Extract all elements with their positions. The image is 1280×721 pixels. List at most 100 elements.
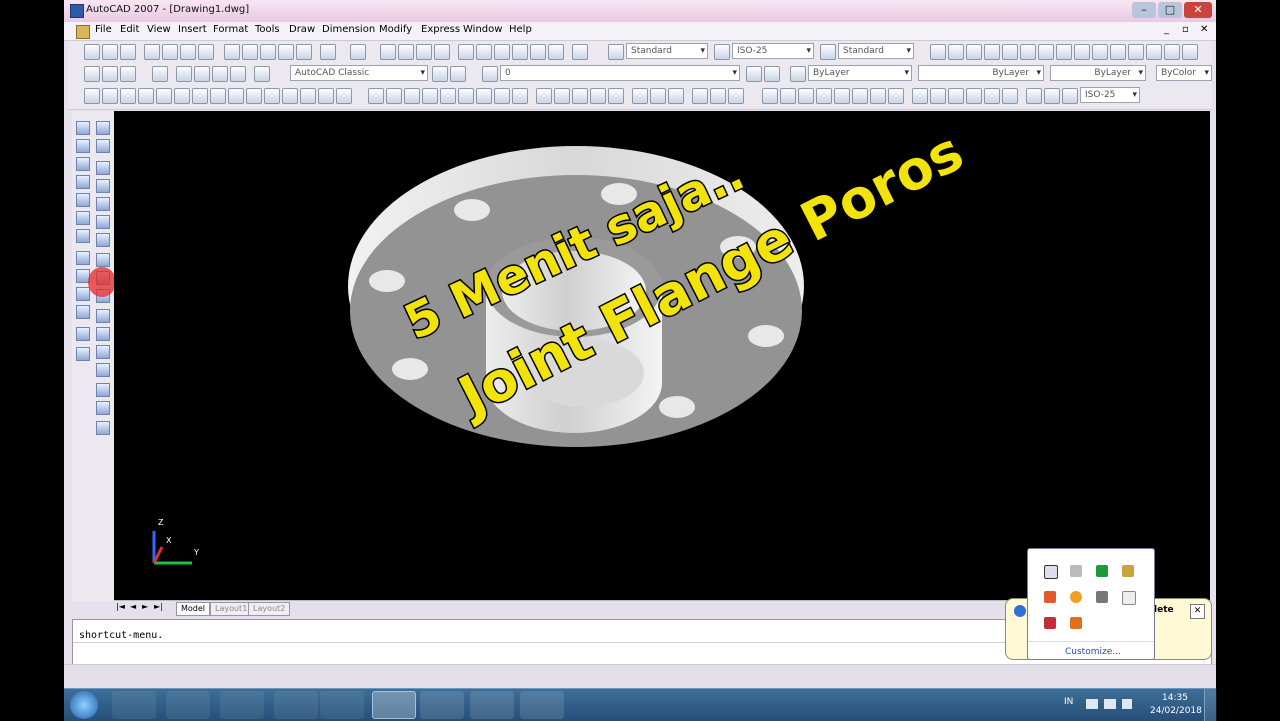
cone-icon[interactable] (404, 88, 420, 104)
move-icon[interactable] (156, 88, 172, 104)
chamfer-icon[interactable] (300, 88, 316, 104)
osnap-settings-icon[interactable] (96, 421, 110, 435)
sphere-icon[interactable] (422, 88, 438, 104)
text-style-select[interactable]: Standard (626, 43, 708, 59)
line-icon[interactable] (930, 44, 946, 60)
polyline-icon[interactable] (966, 44, 982, 60)
linetype-select[interactable]: ByLayer (918, 65, 1044, 81)
free-orbit-icon[interactable] (102, 66, 118, 82)
tab-layout2[interactable]: Layout2 (248, 602, 291, 616)
internet-explorer-icon[interactable] (112, 691, 156, 719)
2d-wireframe-icon[interactable] (176, 66, 192, 82)
view-right-icon[interactable] (76, 175, 90, 189)
green-triangle-icon[interactable] (1096, 565, 1108, 577)
match-prop-icon[interactable] (84, 88, 100, 104)
array-icon[interactable] (138, 88, 154, 104)
copy-icon[interactable] (242, 44, 258, 60)
window-icon[interactable] (1044, 565, 1058, 579)
3d-wireframe-icon[interactable] (194, 66, 210, 82)
menu-dimension[interactable]: Dimension (322, 24, 375, 35)
zoom-realtime-icon[interactable] (398, 44, 414, 60)
lineweight-select[interactable]: ByLayer (1050, 65, 1146, 81)
arc-icon[interactable] (1020, 44, 1036, 60)
snap-extension-icon[interactable] (96, 197, 110, 211)
text-icon[interactable] (152, 66, 168, 82)
plotstyle-select[interactable]: ByColor (1156, 65, 1212, 81)
menu-window[interactable]: Window (463, 24, 502, 35)
help-icon[interactable] (572, 44, 588, 60)
fillet-icon[interactable] (318, 88, 334, 104)
tool-palettes-icon[interactable] (494, 44, 510, 60)
insert-block-icon[interactable] (1128, 44, 1144, 60)
wedge-icon[interactable] (386, 88, 402, 104)
snap-cross-icon[interactable] (96, 215, 110, 229)
union-icon[interactable] (632, 88, 648, 104)
explode-icon[interactable] (336, 88, 352, 104)
camera-icon[interactable] (76, 305, 90, 319)
cylinder-icon[interactable] (440, 88, 456, 104)
doc-minimize-button[interactable]: _ (1164, 24, 1169, 35)
autocad-taskbar-icon[interactable] (372, 691, 416, 719)
menu-help[interactable]: Help (509, 24, 532, 35)
menu-format[interactable]: Format (213, 24, 248, 35)
snap-apparent-icon[interactable] (96, 179, 110, 193)
make-object-layer-current-icon[interactable] (746, 66, 762, 82)
box-icon[interactable] (368, 88, 384, 104)
mirror-icon[interactable] (102, 88, 118, 104)
center-mark-icon[interactable] (1002, 88, 1018, 104)
view-top-icon[interactable] (76, 121, 90, 135)
firefox-icon[interactable] (320, 691, 364, 719)
point-icon[interactable] (1164, 44, 1180, 60)
email-taskbar-icon[interactable] (470, 691, 514, 719)
snap-midpoint-icon[interactable] (96, 139, 110, 153)
clock-date[interactable]: 24/02/2018 (1150, 706, 1202, 716)
workspace-select[interactable]: AutoCAD Classic (290, 65, 428, 81)
dimension-update-icon[interactable] (1062, 88, 1078, 104)
ellipse-arc-icon[interactable] (1110, 44, 1126, 60)
make-block-icon[interactable] (1146, 44, 1162, 60)
close-button[interactable]: ✕ (1184, 2, 1212, 18)
helix-icon[interactable] (494, 88, 510, 104)
recorder-taskbar-icon[interactable] (520, 691, 564, 719)
show-hidden-icons-button[interactable] (1086, 699, 1098, 709)
color-select[interactable]: ByLayer (808, 65, 912, 81)
document-icon[interactable] (76, 25, 90, 39)
snap-node-icon[interactable] (96, 363, 110, 377)
minimize-button[interactable]: – (1132, 2, 1156, 18)
paste-icon[interactable] (260, 44, 276, 60)
pyramid-icon[interactable] (476, 88, 492, 104)
3d-align-icon[interactable] (728, 88, 744, 104)
revolve-icon[interactable] (590, 88, 606, 104)
snap-center-icon[interactable] (96, 253, 110, 267)
rectangle-icon[interactable] (1002, 44, 1018, 60)
ellipse-icon[interactable] (1092, 44, 1108, 60)
view-left-icon[interactable] (76, 157, 90, 171)
sweep-icon[interactable] (572, 88, 588, 104)
layer-previous-icon[interactable] (764, 66, 780, 82)
intersect-icon[interactable] (668, 88, 684, 104)
tab-model[interactable]: Model (176, 602, 211, 616)
menu-tools[interactable]: Tools (255, 24, 280, 35)
realistic-icon[interactable] (230, 66, 246, 82)
quick-dimension-icon[interactable] (912, 88, 928, 104)
dimension-style-select[interactable]: ISO-25 (1080, 87, 1140, 103)
sheet-set-icon[interactable] (512, 44, 528, 60)
maximize-button[interactable]: □ (1158, 2, 1182, 18)
planar-surface-icon[interactable] (512, 88, 528, 104)
scale-icon[interactable] (192, 88, 208, 104)
named-views-icon[interactable] (76, 347, 90, 361)
file-explorer-icon[interactable] (166, 691, 210, 719)
cut-icon[interactable] (224, 44, 240, 60)
tolerance-icon[interactable] (984, 88, 1000, 104)
diameter-dimension-icon[interactable] (870, 88, 886, 104)
autocad-app-icon[interactable] (70, 4, 84, 18)
new-file-icon[interactable] (84, 44, 100, 60)
view-bottom-icon[interactable] (76, 139, 90, 153)
snap-intersection-icon[interactable] (96, 161, 110, 175)
subtract-icon[interactable] (650, 88, 666, 104)
fire-icon[interactable] (1044, 591, 1056, 603)
ordinate-icon[interactable] (816, 88, 832, 104)
block-editor-icon[interactable] (296, 44, 312, 60)
orbit-icon[interactable] (84, 66, 100, 82)
spline-icon[interactable] (1074, 44, 1090, 60)
